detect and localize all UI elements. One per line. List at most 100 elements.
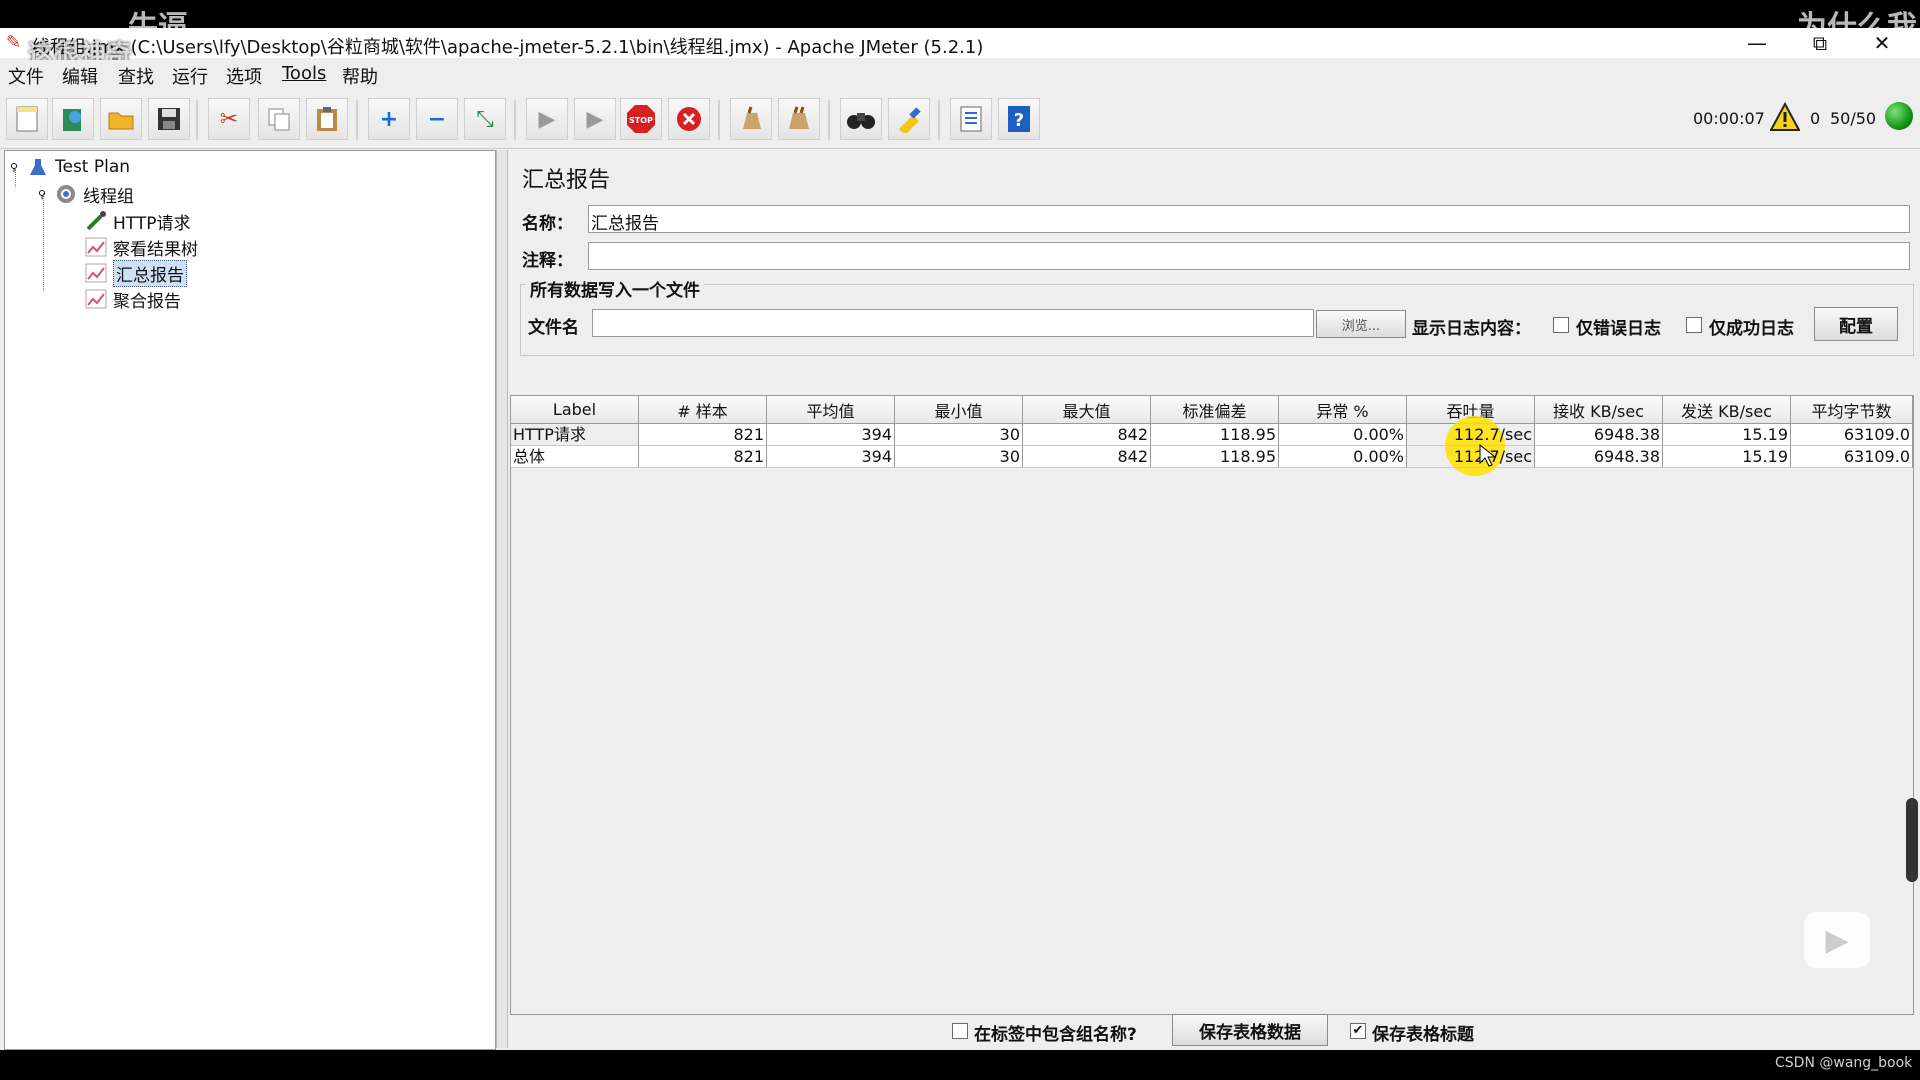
table-cell[interactable]: 63109.0 (1791, 424, 1913, 446)
configure-button[interactable]: 配置 (1814, 307, 1898, 341)
cut-icon[interactable]: ✂ (208, 98, 250, 140)
stop-icon[interactable]: STOP (620, 98, 662, 140)
toggle-icon[interactable]: ⤡ (464, 98, 506, 140)
include-group-name-checkbox[interactable] (952, 1023, 968, 1039)
tree-node-thread-group[interactable]: ⚲ 线程组 (35, 182, 134, 207)
start-icon[interactable]: ▶ (526, 98, 568, 140)
table-cell[interactable]: 118.95 (1151, 446, 1279, 468)
table-cell[interactable]: 63109.0 (1791, 446, 1913, 468)
tree-node-summary-report[interactable]: 汇总报告 (85, 259, 187, 287)
table-cell[interactable]: 0.00% (1279, 424, 1407, 446)
table-cell[interactable]: 15.19 (1663, 424, 1791, 446)
tree-node-test-plan[interactable]: ⚲ Test Plan (7, 155, 130, 179)
log-display-label: 显示日志内容： (1412, 319, 1531, 339)
table-cell[interactable]: 821 (639, 424, 767, 446)
search-icon[interactable] (840, 98, 882, 140)
new-icon[interactable] (6, 98, 48, 140)
tree-toggle-icon[interactable]: ⚲ (7, 157, 21, 177)
column-header[interactable]: Label (511, 396, 639, 424)
pane-splitter[interactable] (496, 150, 508, 1048)
shutdown-icon[interactable] (668, 98, 710, 140)
save-table-header-checkbox[interactable]: ✔ (1350, 1023, 1366, 1039)
jmeter-window: ✎ 线程组.jmx (C:\Users\lfy\Desktop\谷粒商城\软件\… (0, 28, 1920, 1078)
menu-search[interactable]: 查找 (118, 63, 154, 89)
clear-icon[interactable] (730, 98, 772, 140)
comment-field[interactable] (588, 242, 1910, 270)
minimize-button[interactable]: — (1727, 28, 1787, 58)
help-icon[interactable]: ? (998, 98, 1040, 140)
table-cell[interactable]: 842 (1023, 446, 1151, 468)
column-header[interactable]: 发送 KB/sec (1663, 396, 1791, 424)
tree-label: HTTP请求 (113, 213, 191, 234)
table-cell[interactable]: 30 (895, 424, 1023, 446)
warning-icon[interactable] (1769, 101, 1801, 132)
table-cell[interactable]: 112.7/sec (1407, 424, 1535, 446)
svg-text:?: ? (1014, 110, 1024, 131)
open-icon[interactable] (100, 98, 142, 140)
save-icon[interactable] (148, 98, 190, 140)
column-header[interactable]: 标准偏差 (1151, 396, 1279, 424)
name-field[interactable]: 汇总报告 (588, 205, 1910, 234)
video-top-bar (0, 0, 1920, 28)
error-count: 0 (1810, 109, 1821, 128)
column-header[interactable]: # 样本 (639, 396, 767, 424)
toolbar-separator (938, 100, 940, 140)
tree-node-aggregate-report[interactable]: 聚合报告 (85, 287, 181, 312)
video-play-icon[interactable]: ▶ (1804, 912, 1870, 968)
menu-run[interactable]: 运行 (172, 63, 208, 89)
menu-help[interactable]: 帮助 (342, 63, 378, 89)
name-label: 名称： (522, 214, 573, 234)
table-cell[interactable]: 394 (767, 446, 895, 468)
table-cell[interactable]: 总体 (511, 446, 639, 468)
table-cell[interactable]: 821 (639, 446, 767, 468)
close-button[interactable]: ✕ (1852, 28, 1912, 58)
table-footer: 在标签中包含组名称? 保存表格数据 ✔ 保存表格标题 (508, 1010, 1916, 1048)
table-cell[interactable]: 112.7/sec (1407, 446, 1535, 468)
table-cell[interactable]: 0.00% (1279, 446, 1407, 468)
table-cell[interactable]: 30 (895, 446, 1023, 468)
function-helper-icon[interactable] (950, 98, 992, 140)
menu-edit[interactable]: 编辑 (62, 63, 98, 89)
errors-only-checkbox[interactable] (1553, 317, 1569, 333)
table-cell[interactable]: 394 (767, 424, 895, 446)
table-cell[interactable]: 15.19 (1663, 446, 1791, 468)
paste-icon[interactable] (306, 98, 348, 140)
side-scroll-handle[interactable] (1906, 798, 1918, 882)
table-cell[interactable]: 842 (1023, 424, 1151, 446)
watermark: CSDN @wang_book (1775, 1055, 1913, 1071)
table-cell[interactable]: 6948.38 (1535, 446, 1663, 468)
clear-all-icon[interactable] (778, 98, 820, 140)
column-header[interactable]: 异常 % (1279, 396, 1407, 424)
tree-node-view-results-tree[interactable]: 察看结果树 (85, 235, 198, 260)
column-header[interactable]: 平均字节数 (1791, 396, 1913, 424)
reset-search-icon[interactable] (888, 98, 930, 140)
restore-button[interactable]: ⧉ (1790, 28, 1850, 58)
save-table-data-button[interactable]: 保存表格数据 (1172, 1014, 1328, 1046)
column-header[interactable]: 最大值 (1023, 396, 1151, 424)
menu-tools[interactable]: Tools (282, 63, 326, 84)
tree-label-selected: 汇总报告 (113, 259, 187, 287)
table-cell[interactable]: 118.95 (1151, 424, 1279, 446)
templates-icon[interactable] (52, 98, 94, 140)
column-header[interactable]: 接收 KB/sec (1535, 396, 1663, 424)
column-header[interactable]: 最小值 (895, 396, 1023, 424)
collapse-icon[interactable]: − (416, 98, 458, 140)
copy-icon[interactable] (258, 98, 300, 140)
expand-icon[interactable]: + (368, 98, 410, 140)
table-cell[interactable]: HTTP请求 (511, 424, 639, 446)
tree-node-http-request[interactable]: HTTP请求 (85, 209, 191, 234)
menu-options[interactable]: 选项 (226, 63, 262, 89)
tree-label: 聚合报告 (113, 291, 181, 312)
table-cell[interactable]: 6948.38 (1535, 424, 1663, 446)
start-no-pause-icon[interactable]: ▶ (574, 98, 616, 140)
group-title: 所有数据写入一个文件 (526, 276, 704, 301)
tree-toggle-icon[interactable]: ⚲ (35, 184, 49, 204)
browse-button[interactable]: 浏览... (1316, 310, 1406, 338)
toolbar-separator (718, 100, 720, 140)
svg-text:STOP: STOP (629, 116, 653, 125)
success-only-checkbox[interactable] (1686, 317, 1702, 333)
tree-label: 线程组 (83, 186, 134, 207)
menu-file[interactable]: 文件 (8, 63, 44, 89)
column-header[interactable]: 平均值 (767, 396, 895, 424)
filename-field[interactable] (592, 309, 1314, 337)
